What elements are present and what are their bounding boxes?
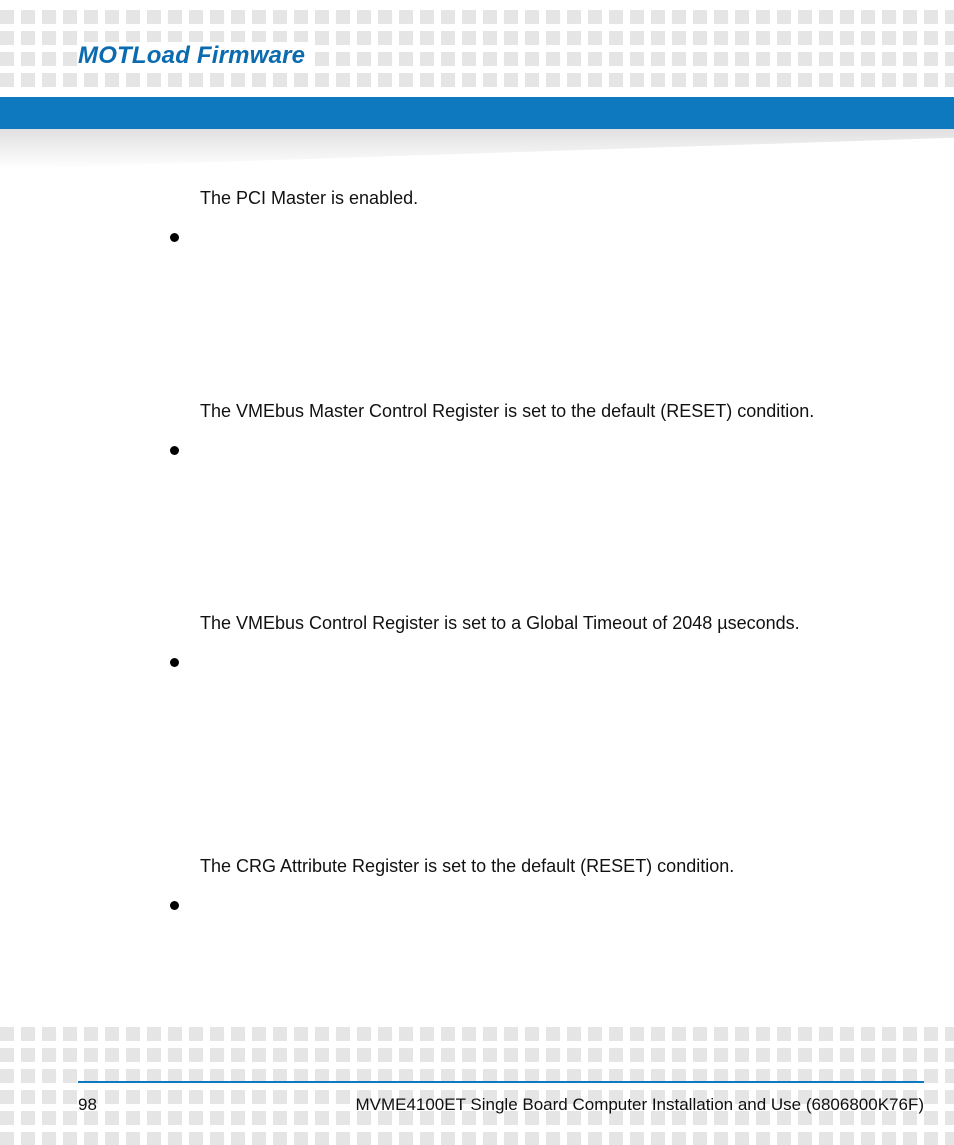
bullet-icon: [170, 658, 179, 667]
bullet-icon: [170, 446, 179, 455]
list-item: The VMEbus Control Register is set to a …: [200, 611, 894, 635]
bullet-icon: [170, 233, 179, 242]
list-item: The PCI Master is enabled.: [200, 186, 894, 210]
bullet-icon: [170, 901, 179, 910]
page-number: 98: [78, 1095, 97, 1115]
doc-title: MVME4100ET Single Board Computer Install…: [355, 1095, 924, 1115]
header-blue-bar: [0, 97, 954, 129]
list-item: The CRG Attribute Register is set to the…: [200, 854, 894, 878]
footer-square-grid: [0, 1027, 954, 1145]
list-item: The VMEbus Master Control Register is se…: [200, 399, 894, 423]
section-title: MOTLoad Firmware: [78, 42, 313, 70]
body-content: The PCI Master is enabled. The VMEbus Ma…: [200, 186, 894, 916]
header-shadow-wedge: [0, 129, 954, 169]
footer: 98 MVME4100ET Single Board Computer Inst…: [78, 1095, 924, 1115]
footer-rule: [78, 1081, 924, 1083]
